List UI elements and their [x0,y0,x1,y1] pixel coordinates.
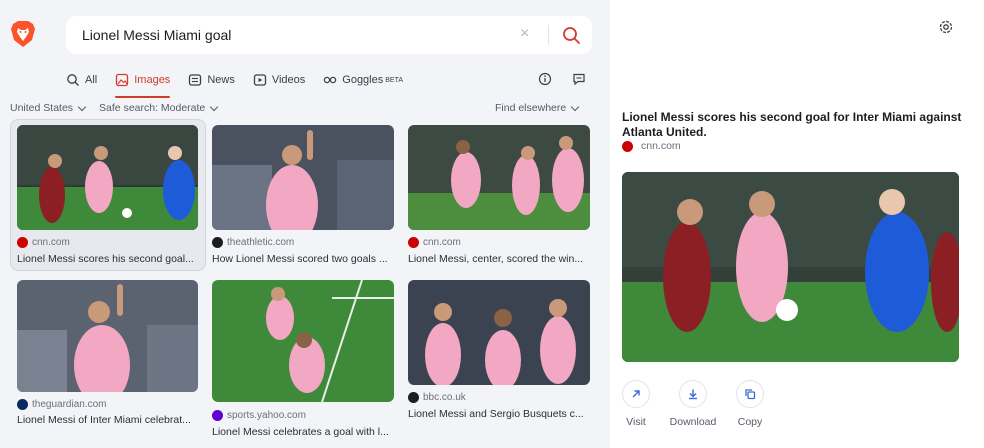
action-label: Download [669,416,717,428]
info-icon[interactable] [538,72,552,86]
chevron-down-icon [210,102,219,111]
athletic-favicon-icon [212,237,223,248]
result-source[interactable]: theguardian.com [17,399,107,410]
tab-label: All [85,74,98,86]
video-icon [253,74,266,86]
download-icon [679,380,707,408]
cnn-favicon-icon [622,140,633,152]
result-caption[interactable]: Lionel Messi celebrates a goal with l... [212,426,394,438]
filter-bar: United States Safe search: Moderate [10,102,231,114]
detail-image[interactable] [622,172,959,362]
chevron-down-icon [570,102,580,111]
page-gutter [964,0,984,448]
detail-title[interactable]: Lionel Messi scores his second goal for … [622,110,967,140]
find-elsewhere-dropdown[interactable]: Find elsewhere [495,102,580,114]
detail-domain: cnn.com [641,140,681,152]
result-caption[interactable]: Lionel Messi and Sergio Busquets c... [408,408,590,420]
bbc-favicon-icon [408,392,419,403]
result-caption[interactable]: Lionel Messi scores his second goal... [17,253,199,265]
beta-badge: BETA [385,76,404,84]
result-domain: cnn.com [32,237,70,248]
result-source[interactable]: cnn.com [408,237,461,248]
feedback-icon[interactable] [572,72,586,86]
gear-icon[interactable] [938,19,954,35]
region-dropdown[interactable]: United States [10,102,87,114]
result-caption[interactable]: How Lionel Messi scored two goals ... [212,253,394,265]
search-tabs: All Images News Videos Goggles BETA [66,70,421,98]
result-domain: sports.yahoo.com [227,410,306,421]
guardian-favicon-icon [17,399,28,410]
region-label: United States [10,102,74,114]
result-thumbnail[interactable] [212,125,394,230]
result-caption[interactable]: Lionel Messi, center, scored the win... [408,253,590,265]
image-icon [116,73,129,87]
clear-search-icon[interactable]: × [520,25,529,43]
search-bar[interactable]: Lionel Messi Miami goal × [66,16,592,54]
brave-lion-logo-icon[interactable] [10,20,36,48]
tab-all[interactable]: All [66,70,97,90]
action-label: Visit [626,416,646,428]
cnn-favicon-icon [17,237,28,248]
search-icon [67,74,79,86]
tab-goggles[interactable]: Goggles BETA [323,70,403,90]
tab-label: News [207,74,235,86]
tab-label: Videos [271,74,306,86]
result-thumbnail[interactable] [17,280,198,392]
tab-news[interactable]: News [188,70,235,90]
chevron-down-icon [77,102,87,111]
result-domain: theathletic.com [227,237,295,248]
result-source[interactable]: theathletic.com [212,237,294,248]
result-domain: theguardian.com [32,399,107,410]
result-thumbnail[interactable] [408,125,590,230]
cnn-favicon-icon [408,237,419,248]
search-icon[interactable] [560,24,582,46]
result-thumbnail[interactable] [408,280,590,385]
result-source[interactable]: bbc.co.uk [408,392,466,403]
result-source[interactable]: sports.yahoo.com [212,410,306,421]
tab-videos[interactable]: Videos [253,70,305,90]
copy-button[interactable]: Copy [736,380,764,428]
search-divider [548,25,549,45]
goggles-icon [324,76,337,84]
action-label: Copy [737,416,763,428]
result-thumbnail[interactable] [212,280,394,402]
tab-label: Images [134,74,171,86]
result-domain: cnn.com [423,237,461,248]
result-thumbnail[interactable] [17,125,198,230]
copy-icon [736,380,764,408]
tab-label: Goggles [342,74,384,86]
tab-images[interactable]: Images [115,70,171,98]
yahoo-favicon-icon [212,410,223,421]
search-input[interactable]: Lionel Messi Miami goal [82,27,231,43]
arrow-up-right-icon [622,380,650,408]
find-elsewhere-label: Find elsewhere [495,102,567,114]
result-caption[interactable]: Lionel Messi of Inter Miami celebrat... [17,414,199,426]
safe-search-label: Safe search: Moderate [99,102,206,114]
news-icon [189,74,202,86]
result-domain: bbc.co.uk [423,392,466,403]
safe-search-dropdown[interactable]: Safe search: Moderate [99,102,219,114]
result-source[interactable]: cnn.com [17,237,70,248]
visit-button[interactable]: Visit [622,380,650,428]
detail-source[interactable]: cnn.com [622,140,681,152]
download-button[interactable]: Download [668,380,718,428]
